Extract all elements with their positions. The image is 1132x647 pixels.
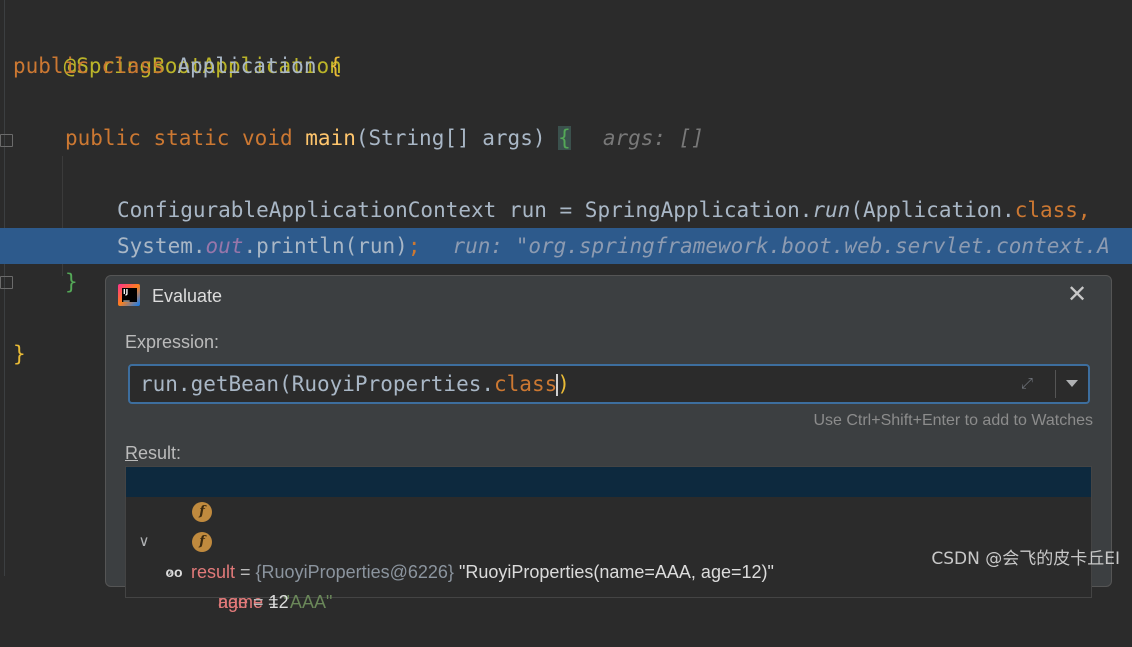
code-line-run: ConfigurableApplicationContext run = Spr… — [117, 192, 1091, 228]
close-icon[interactable]: ✕ — [1064, 282, 1090, 308]
expression-label: Expression: — [125, 332, 220, 352]
code-line-close-class: } — [13, 336, 26, 372]
keyword: public — [13, 54, 89, 78]
method-name: run — [812, 198, 851, 222]
comma: , — [1077, 198, 1091, 222]
history-dropdown-icon[interactable] — [1066, 380, 1078, 387]
keyword: class — [1014, 198, 1078, 222]
keyword: class — [494, 372, 558, 396]
code-text: .println(run) — [243, 234, 408, 258]
field-name: out — [205, 234, 244, 258]
mnemonic-letter: R — [125, 443, 138, 463]
watches-hint: Use Ctrl+Shift+Enter to add to Watches — [813, 412, 1093, 429]
dropdown-separator — [1055, 370, 1056, 398]
inline-debug-hint: args: [] — [602, 126, 704, 150]
fold-icon[interactable] — [0, 276, 13, 289]
evaluate-dialog: IJ — Evaluate ✕ Expression: run.getBean(R… — [105, 275, 1112, 612]
expand-icon[interactable]: ⤢ — [1018, 375, 1036, 393]
variable-name: result — [191, 562, 236, 582]
method-name: main — [305, 126, 356, 150]
equals-sign: = — [248, 592, 269, 612]
field-value: 12 — [268, 592, 289, 612]
keyword: void — [242, 126, 293, 150]
tree-row-name[interactable]: › f name = "AAA" — [126, 497, 1091, 612]
brace: { — [558, 126, 571, 150]
chevron-right-icon[interactable]: › — [164, 557, 176, 587]
result-tree[interactable]: ∨ oo result = {RuoyiProperties@6226} "Ru… — [125, 466, 1092, 612]
code-line-class: public class Application { — [13, 48, 342, 84]
tree-row-result[interactable]: ∨ oo result = {RuoyiProperties@6226} "Ru… — [126, 467, 1091, 582]
dialog-title: Evaluate — [152, 286, 223, 306]
code-text: run = SpringApplication. — [496, 198, 813, 222]
paren: ) — [557, 372, 570, 396]
fold-icon[interactable] — [0, 134, 13, 147]
code-line-execution-point: System.out.println(run); run: "org.spring… — [0, 228, 1132, 264]
code-line-annotation: @SpringBootApplication — [13, 12, 342, 78]
keyword: static — [153, 126, 230, 150]
field-icon: f — [192, 532, 212, 552]
brace: } — [13, 342, 26, 366]
code-line-main: public static void main(String[] args) {… — [65, 120, 704, 156]
expression-text[interactable]: run.getBean(RuoyiProperties.class) — [140, 366, 570, 402]
brace: { — [329, 54, 342, 78]
field-icon: f — [192, 502, 212, 522]
field-value: "AAA" — [283, 592, 333, 612]
equals-sign: = — [235, 562, 256, 582]
variable-value: "RuoyiProperties(name=AAA, age=12)" — [453, 562, 774, 582]
code-text: (Application. — [850, 198, 1015, 222]
intellij-logo-icon: IJ — — [118, 284, 140, 306]
code-line-close-method: } — [65, 264, 78, 300]
code-text: System. — [117, 234, 206, 258]
keyword: class — [101, 54, 165, 78]
expression-input[interactable]: run.getBean(RuoyiProperties.class) ⤢ — [128, 364, 1090, 404]
class-name: Application — [177, 54, 317, 78]
expression-code: run.getBean(RuoyiProperties. — [140, 372, 495, 396]
keyword: public — [65, 126, 141, 150]
method-params: (String[] args) — [355, 126, 546, 150]
inline-debug-hint: run: "org.springframework.boot.web.servl… — [452, 234, 1110, 258]
result-label-text: esult: — [138, 443, 182, 463]
object-id: {RuoyiProperties@6226} — [255, 562, 454, 582]
semicolon: ; — [407, 234, 421, 258]
result-label: Result: — [125, 443, 181, 464]
field-name: age — [218, 592, 249, 612]
brace: } — [65, 270, 78, 294]
type-name: ConfigurableApplicationContext — [117, 198, 497, 222]
watermark: CSDN @会飞的皮卡丘EI — [931, 549, 1120, 569]
